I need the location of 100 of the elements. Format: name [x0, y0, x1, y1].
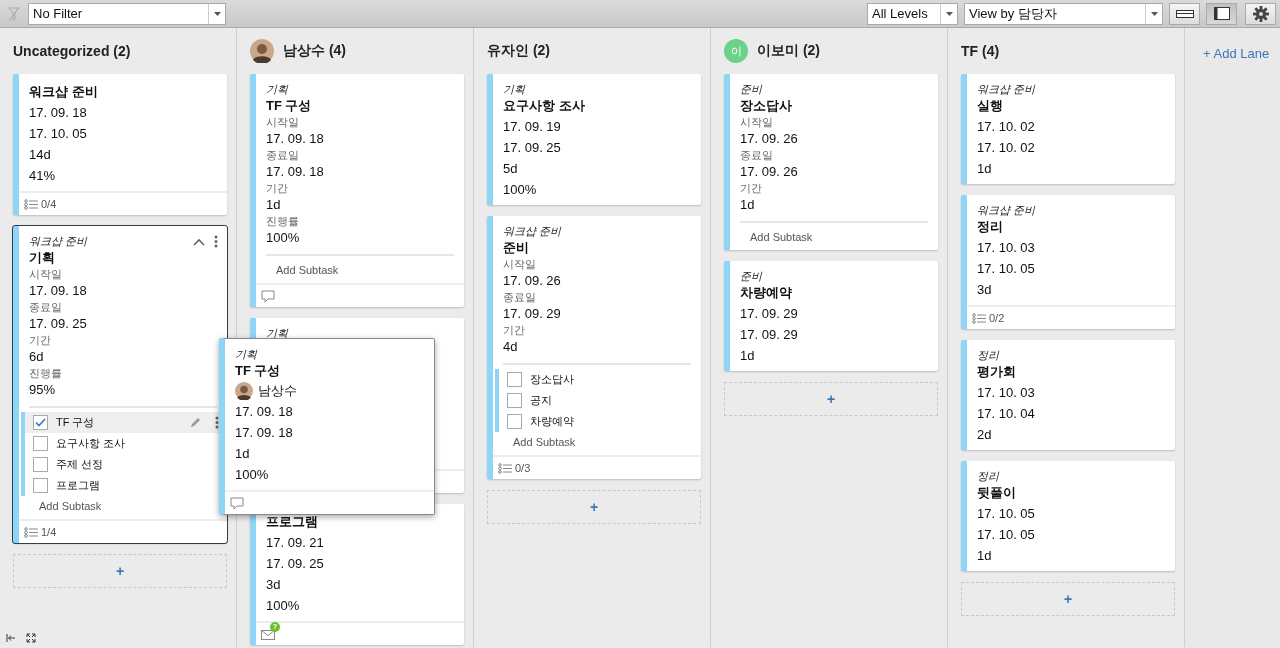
field-value: 1d — [977, 160, 993, 178]
field-value: 17. 09. 29 — [503, 305, 562, 323]
task-card[interactable]: 정리 평가회 17. 10. 03 17. 10. 04 2d — [961, 340, 1175, 450]
card-title: 워크샵 준비 — [29, 83, 99, 101]
subtask-row[interactable]: 차량예약 — [495, 411, 691, 432]
lane-title: TF (4) — [961, 43, 1000, 59]
subtask-label: 주제 선정 — [56, 457, 105, 472]
layout-toggle[interactable] — [1169, 2, 1200, 25]
field-value: 17. 09. 18 — [235, 424, 294, 442]
checklist-icon — [24, 198, 38, 210]
add-subtask-link[interactable]: Add Subtask — [503, 432, 691, 450]
card-title: 평가회 — [977, 363, 1017, 381]
field-value: 17. 10. 03 — [977, 384, 1036, 402]
card-category: 워크샵 준비 — [29, 234, 89, 248]
comment-icon[interactable] — [230, 496, 244, 510]
field-value: 1d — [740, 347, 756, 365]
mail-icon[interactable] — [261, 628, 275, 640]
field-value: 1d — [740, 196, 756, 214]
card-title: TF 구성 — [266, 97, 313, 115]
task-card[interactable]: 워크샵 준비 17. 09. 18 17. 10. 05 14d 41% 0/4 — [13, 74, 227, 215]
checkbox[interactable] — [33, 457, 48, 472]
subtask-count: 0/3 — [515, 462, 531, 474]
field-value: 1d — [235, 445, 251, 463]
add-card-button[interactable]: + — [961, 582, 1175, 616]
pencil-icon[interactable] — [189, 416, 201, 429]
field-value: 17. 09. 29 — [740, 305, 799, 323]
field-value: 17. 09. 18 — [235, 403, 294, 421]
task-card[interactable]: 기획 요구사항 조사 17. 09. 19 17. 09. 25 5d 100% — [487, 74, 701, 205]
card-category: 워크샵 준비 — [977, 203, 1037, 217]
checkbox[interactable] — [507, 393, 522, 408]
add-card-button[interactable]: + — [724, 382, 938, 416]
field-label: 종료일 — [503, 291, 537, 304]
lane-title: 유자인 (2) — [487, 42, 550, 60]
field-value: 17. 10. 03 — [977, 239, 1036, 257]
settings-button[interactable] — [1245, 2, 1276, 25]
card-title: TF 구성 — [235, 362, 282, 380]
add-subtask-link[interactable]: Add Subtask — [740, 227, 928, 245]
avatar-icon — [250, 39, 274, 63]
field-value: 17. 09. 18 — [266, 130, 325, 148]
checkbox[interactable] — [33, 436, 48, 451]
subtask-label: 차량예약 — [530, 414, 575, 429]
field-value: 17. 09. 25 — [29, 315, 88, 333]
subtask-label: TF 구성 — [56, 415, 96, 430]
field-value: 17. 09. 18 — [29, 104, 88, 122]
collapse-icon[interactable] — [193, 237, 205, 246]
task-card[interactable]: 워크샵 준비 실행 17. 10. 02 17. 10. 02 1d — [961, 74, 1175, 184]
task-card[interactable]: 워크샵 준비 기획 시작일 17. 09. 18 종료일 17. 09. 25 기간 6d 진행률 95% TF 구성 요구사항 조사 주제 선정 프로그램 Add Subtask 1/4 — [13, 226, 227, 543]
add-lane-link[interactable]: + Add Lane — [1203, 46, 1270, 61]
subtask-label: 공지 — [530, 393, 553, 408]
add-subtask-link[interactable]: Add Subtask — [266, 260, 454, 278]
field-value: 17. 10. 05 — [977, 526, 1036, 544]
more-icon[interactable] — [214, 235, 218, 248]
field-value: 17. 10. 05 — [977, 260, 1036, 278]
subtask-row[interactable]: 공지 — [495, 390, 691, 411]
level-select[interactable]: All Levels — [867, 2, 958, 25]
more-icon[interactable] — [215, 416, 219, 429]
field-value: 17. 10. 04 — [977, 405, 1036, 423]
task-card[interactable]: 워크샵 준비 준비 시작일 17. 09. 26 종료일 17. 09. 29 기간 4d 장소답사 공지 차량예약 Add Subtask 0/3 — [487, 216, 701, 479]
task-card[interactable]: 준비 장소답사 시작일 17. 09. 26 종료일 17. 09. 26 기간 1d Add Subtask — [724, 74, 938, 250]
card-category: 기획 — [266, 326, 289, 340]
task-card[interactable]: 기획 TF 구성 시작일 17. 09. 18 종료일 17. 09. 18 기간 1d 진행률 100% Add Subtask — [250, 74, 464, 307]
notification-badge: ? — [270, 622, 280, 632]
lane-title: 남상수 (4) — [283, 42, 346, 60]
card-category: 기획 — [235, 347, 258, 361]
filter-select[interactable]: No Filter — [28, 2, 226, 25]
task-card[interactable]: 워크샵 준비 정리 17. 10. 03 17. 10. 05 3d 0/2 — [961, 195, 1175, 329]
field-value: 17. 09. 25 — [503, 139, 562, 157]
compact-view-icon — [1175, 9, 1194, 18]
assignee-name: 남상수 — [258, 382, 297, 400]
field-label: 시작일 — [266, 116, 300, 129]
task-card[interactable]: 프로그램 17. 09. 21 17. 09. 25 3d 100% ? — [250, 504, 464, 645]
checkbox[interactable] — [33, 478, 48, 493]
checkbox[interactable] — [507, 372, 522, 387]
add-card-button[interactable]: + — [487, 490, 701, 524]
field-value: 3d — [266, 576, 282, 594]
checkbox[interactable] — [507, 414, 522, 429]
checkbox[interactable] — [33, 415, 48, 430]
card-title: 준비 — [503, 239, 530, 257]
comment-icon[interactable] — [261, 289, 275, 303]
card-category: 정리 — [977, 469, 1001, 483]
field-label: 기간 — [740, 182, 763, 195]
field-value: 3d — [977, 281, 993, 299]
view-select[interactable]: View by 담당자 — [964, 2, 1163, 25]
panel-view-icon — [1213, 7, 1230, 20]
task-card[interactable]: 정리 뒷풀이 17. 10. 05 17. 10. 05 1d — [961, 461, 1175, 571]
add-card-button[interactable]: + — [13, 554, 227, 588]
field-label: 종료일 — [740, 149, 774, 162]
field-label: 시작일 — [503, 258, 537, 271]
card-category: 준비 — [740, 269, 764, 283]
field-value: 17. 09. 21 — [266, 534, 325, 552]
field-value: 100% — [235, 466, 270, 484]
task-card[interactable]: 준비 차량예약 17. 09. 29 17. 09. 29 1d — [724, 261, 938, 371]
field-label: 기간 — [503, 324, 526, 337]
field-value: 41% — [29, 167, 57, 185]
add-subtask-link[interactable]: Add Subtask — [29, 496, 217, 514]
card-title: 뒷풀이 — [977, 484, 1017, 502]
field-value: 100% — [266, 229, 301, 247]
subtask-row[interactable]: 장소답사 — [495, 369, 691, 390]
subtask-count: 0/4 — [41, 198, 57, 210]
layout-toggle[interactable] — [1206, 2, 1237, 25]
